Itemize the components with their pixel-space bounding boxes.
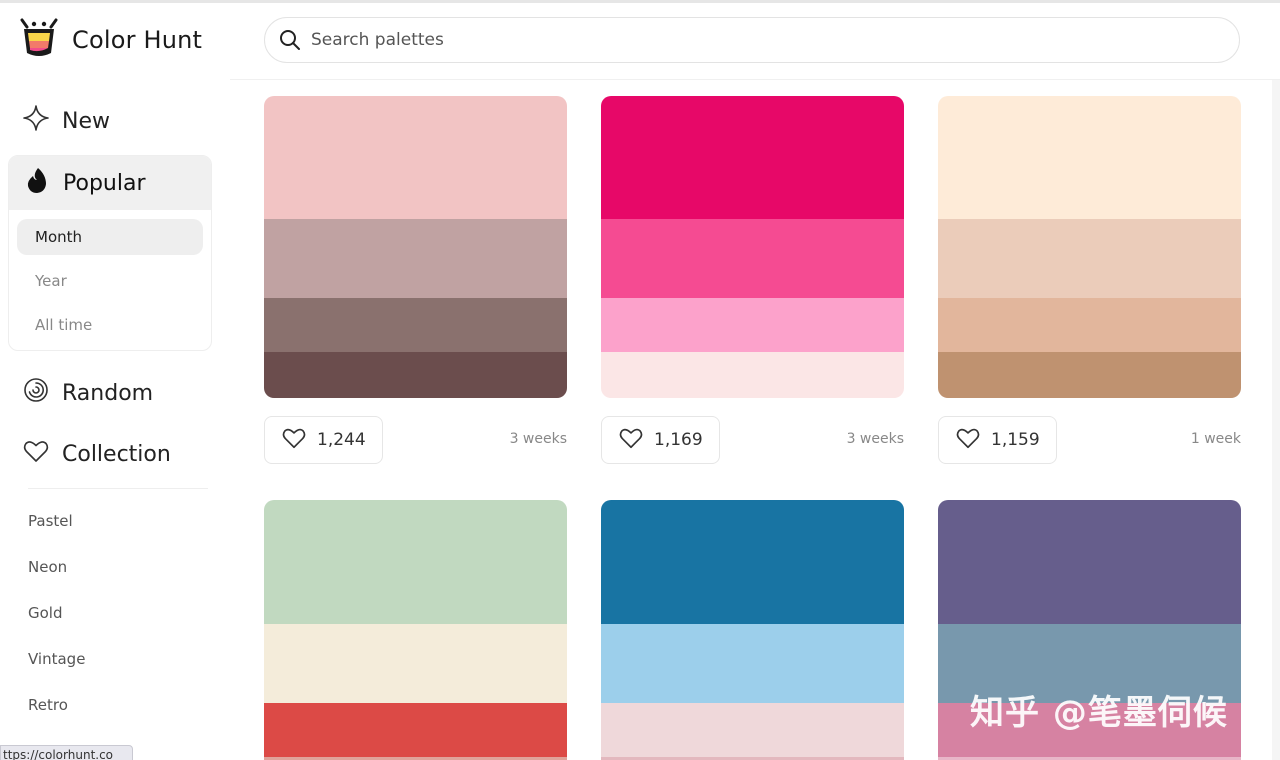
status-bar-url: ttps://colorhunt.co: [0, 745, 133, 760]
palette-age: 3 weeks: [846, 431, 904, 447]
heart-icon: [618, 426, 644, 455]
palette-age: 1 week: [1190, 431, 1241, 447]
color-band[interactable]: [264, 352, 567, 398]
palette-card[interactable]: [938, 96, 1241, 398]
search-input[interactable]: [309, 29, 1193, 51]
spiral-icon: [22, 376, 50, 410]
browser-top-edge: [0, 0, 1280, 3]
palette-card[interactable]: [264, 500, 567, 760]
color-band[interactable]: [264, 500, 567, 624]
color-band[interactable]: [938, 352, 1241, 398]
palette-card[interactable]: [601, 96, 904, 398]
tag-gold[interactable]: Gold: [28, 604, 63, 622]
popular-sub-all-time[interactable]: All time: [17, 307, 203, 343]
color-band[interactable]: [601, 500, 904, 624]
palette-card[interactable]: [601, 500, 904, 760]
color-band[interactable]: [264, 219, 567, 298]
page-scrollbar[interactable]: [1272, 80, 1280, 760]
tag-vintage[interactable]: Vintage: [28, 650, 85, 668]
sidebar-item-label: Popular: [63, 170, 146, 196]
sidebar-divider: [28, 488, 208, 489]
color-band[interactable]: [601, 352, 904, 398]
sidebar-item-popular[interactable]: Popular: [9, 156, 211, 210]
sidebar-item-label: Random: [62, 380, 154, 406]
watermark-text: 知乎 @笔墨伺候: [970, 693, 1228, 733]
color-band[interactable]: [601, 624, 904, 703]
color-band[interactable]: [938, 298, 1241, 352]
color-band[interactable]: [264, 703, 567, 757]
header-divider: [230, 79, 1280, 80]
tag-retro[interactable]: Retro: [28, 696, 68, 714]
like-button[interactable]: 1,169: [601, 416, 720, 464]
sidebar-item-collection[interactable]: Collection: [22, 437, 171, 471]
palette-age: 3 weeks: [509, 431, 567, 447]
heart-icon: [22, 437, 50, 471]
sidebar-item-new[interactable]: New: [22, 104, 110, 138]
like-count: 1,244: [317, 430, 366, 450]
tag-neon[interactable]: Neon: [28, 558, 67, 576]
logo-text: Color Hunt: [72, 26, 203, 54]
color-band[interactable]: [601, 298, 904, 352]
sidebar-item-label: Collection: [62, 441, 171, 467]
palette-card[interactable]: [264, 96, 567, 398]
like-count: 1,169: [654, 430, 703, 450]
like-button[interactable]: 1,244: [264, 416, 383, 464]
heart-icon: [955, 426, 981, 455]
color-band[interactable]: [938, 96, 1241, 219]
search-icon: [279, 29, 301, 51]
color-band[interactable]: [264, 624, 567, 703]
sidebar-item-label: New: [62, 108, 110, 134]
popular-group: Popular Month Year All time: [8, 155, 212, 351]
color-band[interactable]: [601, 703, 904, 757]
color-band[interactable]: [264, 298, 567, 352]
like-count: 1,159: [991, 430, 1040, 450]
popular-sub-year[interactable]: Year: [17, 263, 203, 299]
color-band[interactable]: [264, 96, 567, 219]
popular-sub-month[interactable]: Month: [17, 219, 203, 255]
color-band[interactable]: [601, 96, 904, 219]
heart-icon: [281, 426, 307, 455]
sparkle-icon: [22, 104, 50, 138]
flame-icon: [23, 166, 49, 200]
logo[interactable]: Color Hunt: [18, 16, 202, 64]
logo-icon: [18, 15, 60, 65]
color-hunt-page: Color Hunt New Popular: [0, 0, 1280, 760]
color-band[interactable]: [601, 219, 904, 298]
sidebar-item-random[interactable]: Random: [22, 376, 153, 410]
color-band[interactable]: [938, 219, 1241, 298]
search-bar[interactable]: [264, 17, 1240, 63]
color-band[interactable]: [938, 500, 1241, 624]
tag-pastel[interactable]: Pastel: [28, 512, 73, 530]
like-button[interactable]: 1,159: [938, 416, 1057, 464]
